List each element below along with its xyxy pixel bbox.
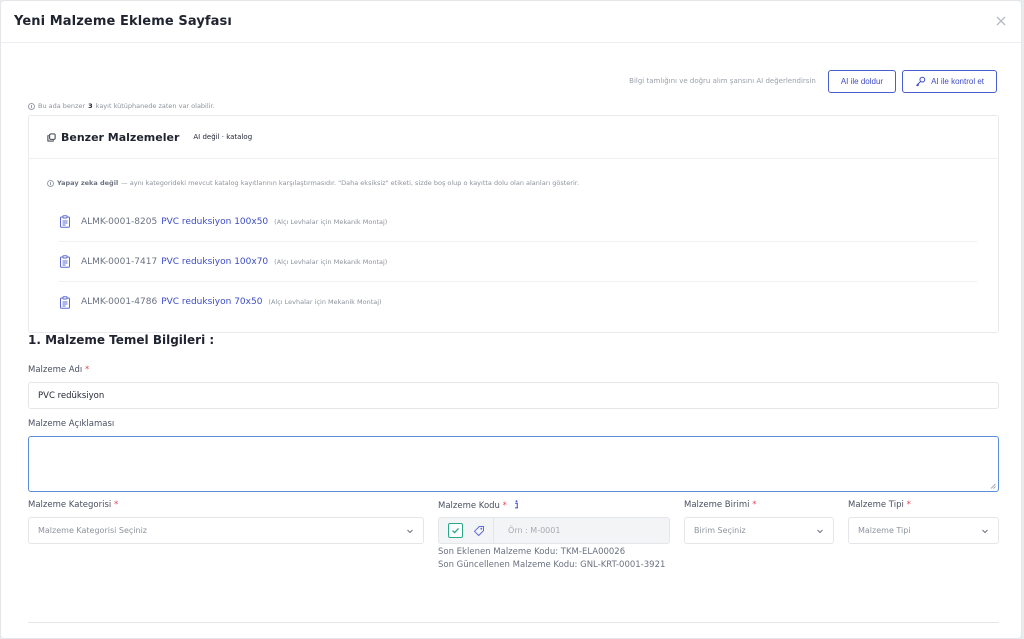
ai-hint: Bilgi tamlığını ve doğru alım şansını AI… xyxy=(629,77,816,85)
item-code: ALMK-0001-7417 xyxy=(81,256,158,267)
material-description-textarea[interactable] xyxy=(28,436,999,492)
material-description-label: Malzeme Açıklaması xyxy=(28,419,115,429)
last-added-code: Son Eklenen Malzeme Kodu: TKM-ELA00026 xyxy=(438,547,626,557)
similar-item[interactable]: ALMK-0001-4786 PVC reduksiyon 70x50 (Alç… xyxy=(59,282,977,322)
clipboard-icon xyxy=(60,215,70,228)
item-name-link[interactable]: PVC reduksiyon 100x50 xyxy=(161,217,268,227)
similar-list: ALMK-0001-8205 PVC reduksiyon 100x50 (Al… xyxy=(59,202,977,322)
required-mark: * xyxy=(502,501,507,511)
resize-grip-icon[interactable] xyxy=(990,483,996,489)
item-category: (Alçı Levhalar için Mekanik Montaj) xyxy=(274,217,388,226)
type-label-text: Malzeme Tipi xyxy=(848,500,904,510)
category-placeholder: Malzeme Kategorisi Seçiniz xyxy=(38,526,148,535)
item-code: ALMK-0001-4786 xyxy=(81,297,158,307)
close-icon[interactable] xyxy=(993,13,1009,29)
last-updated-code: Son Güncellenen Malzeme Kodu: GNL-KRT-00… xyxy=(438,560,666,570)
material-name-input[interactable]: PVC redüksiyon xyxy=(28,382,999,409)
material-name-label: Malzeme Adı * xyxy=(28,365,89,375)
auto-code-checkbox[interactable] xyxy=(448,523,463,538)
category-label: Malzeme Kategorisi * xyxy=(28,500,118,510)
item-code: ALMK-0001-8205 xyxy=(81,216,158,227)
material-name-value: PVC redüksiyon xyxy=(38,390,105,401)
material-code-label: Malzeme Kodu * xyxy=(438,500,520,511)
info-icon[interactable] xyxy=(513,500,520,509)
info-icon xyxy=(47,179,54,187)
material-name-label-text: Malzeme Adı xyxy=(28,365,83,375)
required-mark: * xyxy=(752,500,757,510)
catalog-badge: AI değil · katalog xyxy=(193,133,253,141)
duplicate-count: 3 xyxy=(88,102,93,110)
similar-title-text: Benzer Malzemeler xyxy=(61,130,180,144)
unit-placeholder: Birim Seçiniz xyxy=(694,526,746,535)
ai-fill-label: AI ile doldur xyxy=(840,76,884,86)
required-mark: * xyxy=(84,365,90,375)
new-material-modal: Yeni Malzeme Ekleme Sayfası Bilgi tamlığ… xyxy=(0,0,1022,639)
category-select[interactable]: Malzeme Kategorisi Seçiniz xyxy=(28,517,424,544)
type-select[interactable]: Malzeme Tipi xyxy=(848,517,999,544)
type-label: Malzeme Tipi * xyxy=(848,500,911,510)
copy-icon xyxy=(47,132,56,142)
unit-label: Malzeme Birimi * xyxy=(684,500,756,510)
similar-item[interactable]: ALMK-0001-8205 PVC reduksiyon 100x50 (Al… xyxy=(59,202,977,242)
duplicate-suffix: kayıt kütüphanede zaten var olabilir. xyxy=(95,102,215,110)
tag-icon[interactable] xyxy=(473,525,485,537)
last-codes-info: Son Eklenen Malzeme Kodu: TKM-ELA00026 S… xyxy=(438,546,670,572)
unit-label-text: Malzeme Birimi xyxy=(684,500,750,510)
section-title: 1. Malzeme Temel Bilgileri : xyxy=(28,333,215,347)
clipboard-icon xyxy=(60,295,70,309)
similar-card-header: Benzer Malzemeler AI değil · katalog xyxy=(29,116,998,159)
chevron-down-icon xyxy=(982,529,988,533)
required-mark: * xyxy=(113,500,119,510)
similar-materials-card: Benzer Malzemeler AI değil · katalog Yap… xyxy=(28,115,999,333)
modal-title: Yeni Malzeme Ekleme Sayfası xyxy=(14,14,232,29)
separator xyxy=(493,517,494,544)
similar-item[interactable]: ALMK-0001-7417 PVC reduksiyon 100x70 (Al… xyxy=(59,242,977,282)
material-code-input[interactable]: Örn : M-0001 xyxy=(508,526,560,535)
ai-fill-button[interactable]: AI ile doldur xyxy=(827,69,897,93)
duplicate-prefix: Bu ada benzer xyxy=(38,102,86,110)
chevron-down-icon xyxy=(817,529,823,533)
info-icon xyxy=(28,102,35,110)
similar-note-bold: Yapay zeka değil xyxy=(57,179,119,187)
ai-actions: Bilgi tamlığını ve doğru alım şansını AI… xyxy=(629,69,997,93)
ai-check-button[interactable]: AI ile kontrol et xyxy=(902,69,997,93)
section-divider xyxy=(28,622,999,623)
key-icon xyxy=(916,76,926,86)
unit-select[interactable]: Birim Seçiniz xyxy=(684,517,834,544)
modal-header: Yeni Malzeme Ekleme Sayfası xyxy=(1,1,1021,43)
duplicate-warning: Bu ada benzer 3 kayıt kütüphanede zaten … xyxy=(28,102,215,110)
similar-title: Benzer Malzemeler xyxy=(47,131,179,144)
material-code-group: Örn : M-0001 xyxy=(438,517,670,544)
ai-check-label: AI ile kontrol et xyxy=(931,76,984,86)
item-category: (Alçı Levhalar için Mekanik Montaj) xyxy=(274,257,388,266)
item-name-link[interactable]: PVC reduksiyon 100x70 xyxy=(161,257,268,267)
type-placeholder: Malzeme Tipi xyxy=(858,526,911,535)
item-name-link[interactable]: PVC reduksiyon 70x50 xyxy=(161,297,262,307)
chevron-down-icon xyxy=(407,529,413,533)
clipboard-icon xyxy=(60,255,70,268)
similar-note: Yapay zeka değil — aynı kategorideki mev… xyxy=(47,179,579,187)
required-mark: * xyxy=(906,500,911,510)
item-category: (Alçı Levhalar için Mekanik Montaj) xyxy=(268,298,382,306)
material-code-label-text: Malzeme Kodu xyxy=(438,501,500,511)
category-label-text: Malzeme Kategorisi xyxy=(28,500,112,510)
check-icon xyxy=(452,527,459,534)
similar-note-text: — aynı kategorideki mevcut katalog kayıt… xyxy=(121,179,579,187)
